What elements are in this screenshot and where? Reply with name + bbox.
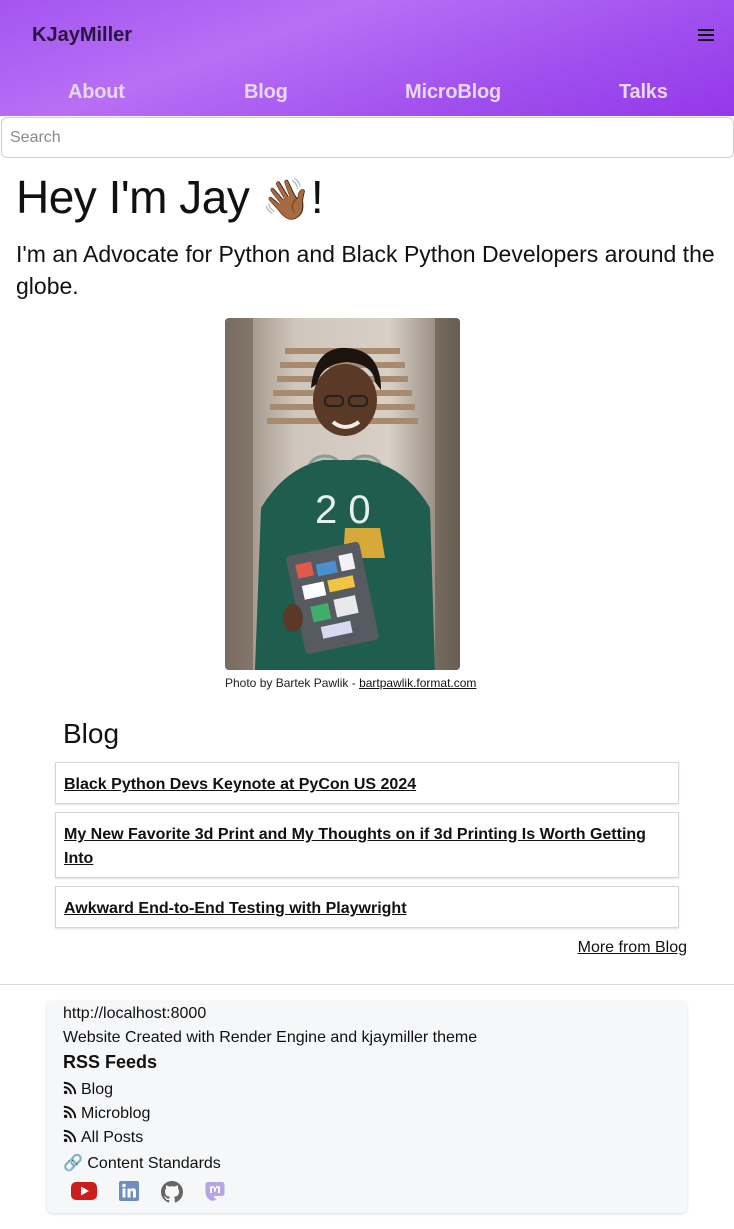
photographer-link[interactable]: bartpawlik.format.com bbox=[359, 676, 476, 690]
photo-caption: Photo by Bartek Pawlik - bartpawlik.form… bbox=[225, 676, 476, 690]
content-standards-link[interactable]: Content Standards bbox=[83, 1155, 220, 1172]
rss-link-microblog[interactable]: Microblog bbox=[81, 1105, 150, 1122]
caption-text: Photo by Bartek Pawlik - bbox=[225, 676, 360, 690]
github-icon[interactable] bbox=[161, 1181, 183, 1203]
rss-item-all-posts[interactable]: All Posts bbox=[63, 1129, 143, 1147]
title-end: ! bbox=[310, 171, 324, 223]
nav-talks[interactable]: Talks bbox=[619, 81, 668, 104]
hero-subtitle: I'm an Advocate for Python and Black Pyt… bbox=[16, 241, 715, 299]
main-nav: About Blog MicroBlog Talks bbox=[0, 81, 734, 109]
title-text: Hey I'm Jay bbox=[16, 171, 262, 223]
site-credit: Website Created with Render Engine and k… bbox=[63, 1029, 478, 1046]
site-footer: http://localhost:8000 Website Created wi… bbox=[47, 1001, 687, 1213]
svg-text:2 0: 2 0 bbox=[315, 488, 371, 532]
linkedin-icon[interactable] bbox=[119, 1181, 139, 1201]
content-standards-item[interactable]: 🔗 Content Standards bbox=[63, 1153, 221, 1173]
site-header: KJayMiller About Blog MicroBlog Talks bbox=[0, 0, 734, 116]
blog-post-card: My New Favorite 3d Print and My Thoughts… bbox=[55, 812, 679, 878]
page-title: Hey I'm Jay 👋🏾! bbox=[16, 170, 324, 224]
rss-link-blog[interactable]: Blog bbox=[81, 1081, 113, 1098]
site-brand[interactable]: KJayMiller bbox=[32, 24, 132, 47]
youtube-icon[interactable] bbox=[71, 1181, 97, 1201]
blog-post-card: Awkward End-to-End Testing with Playwrig… bbox=[55, 886, 679, 928]
nav-microblog[interactable]: MicroBlog bbox=[405, 81, 501, 104]
rss-icon bbox=[63, 1081, 77, 1095]
mastodon-icon[interactable] bbox=[205, 1181, 225, 1202]
rss-item-microblog[interactable]: Microblog bbox=[63, 1105, 150, 1123]
footer-divider bbox=[0, 984, 734, 985]
blog-post-link[interactable]: My New Favorite 3d Print and My Thoughts… bbox=[64, 826, 646, 867]
blog-post-link[interactable]: Awkward End-to-End Testing with Playwrig… bbox=[64, 900, 407, 917]
rss-feeds-heading: RSS Feeds bbox=[63, 1052, 158, 1072]
hamburger-icon[interactable] bbox=[698, 26, 714, 44]
rss-icon bbox=[63, 1129, 77, 1143]
rss-icon bbox=[63, 1105, 77, 1119]
search-input[interactable] bbox=[1, 117, 734, 158]
nav-blog[interactable]: Blog bbox=[244, 81, 288, 104]
nav-about[interactable]: About bbox=[68, 81, 125, 104]
blog-heading: Blog bbox=[63, 718, 120, 749]
waving-hand-icon: 👋🏾 bbox=[261, 178, 312, 222]
blog-post-link[interactable]: Black Python Devs Keynote at PyCon US 20… bbox=[64, 776, 416, 793]
blog-post-card: Black Python Devs Keynote at PyCon US 20… bbox=[55, 762, 679, 804]
rss-item-blog[interactable]: Blog bbox=[63, 1081, 113, 1099]
site-url: http://localhost:8000 bbox=[63, 1005, 207, 1022]
rss-link-all-posts[interactable]: All Posts bbox=[81, 1129, 143, 1146]
profile-photo: 2 0 bbox=[225, 318, 460, 670]
more-from-blog-link[interactable]: More from Blog bbox=[578, 939, 687, 957]
link-icon: 🔗 bbox=[63, 1155, 83, 1172]
